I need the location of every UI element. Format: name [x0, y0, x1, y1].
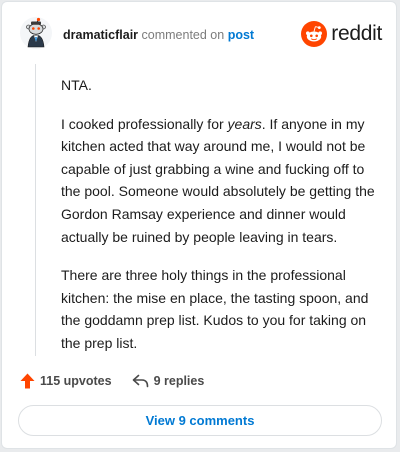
upvote-button[interactable]: 115 upvotes — [20, 373, 112, 389]
emphasis-text: years — [227, 115, 262, 132]
comment-card: dramaticflair commented on post reddit N… — [1, 1, 397, 449]
reddit-wordmark: reddit — [331, 22, 382, 45]
comment-header: dramaticflair commented on post reddit — [17, 14, 382, 54]
comment-paragraph: I cooked professionally for years. If an… — [61, 115, 375, 245]
username-link[interactable]: dramaticflair — [63, 28, 138, 42]
avatar-icon[interactable] — [19, 16, 53, 50]
comment-actions: 115 upvotes 9 replies — [20, 370, 204, 392]
comment-meta: dramaticflair commented on post — [63, 28, 254, 42]
thread-line[interactable] — [35, 64, 36, 356]
comment-body: NTA. I cooked professionally for years. … — [61, 74, 381, 371]
reddit-logo-icon — [301, 21, 328, 47]
upvote-count: 115 upvotes — [40, 374, 112, 388]
reply-arrow-icon — [132, 374, 148, 388]
reddit-logo[interactable]: reddit — [301, 20, 382, 48]
reply-count: 9 replies — [153, 374, 205, 388]
comment-paragraph: NTA. — [61, 77, 92, 93]
upvote-arrow-icon — [20, 373, 35, 389]
view-comments-button[interactable]: View 9 comments — [18, 405, 382, 436]
reply-button[interactable]: 9 replies — [132, 374, 205, 388]
action-text: commented on — [141, 28, 225, 42]
comment-paragraph: There are three holy things in the profe… — [61, 267, 369, 351]
post-link[interactable]: post — [228, 28, 254, 42]
